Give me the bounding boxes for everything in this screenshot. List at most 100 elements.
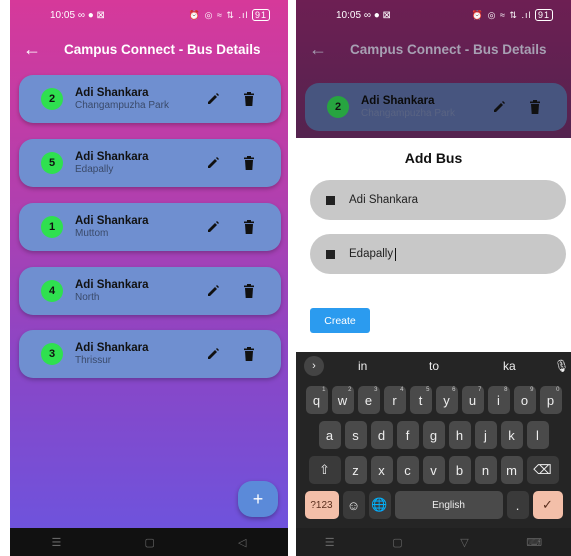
bus-name: Adi Shankara xyxy=(75,87,149,99)
suggestion-3[interactable]: ka xyxy=(503,359,516,373)
key-g[interactable]: g xyxy=(422,421,445,449)
bus-card[interactable]: 1 Adi Shankara Muttom xyxy=(19,203,281,251)
chevron-right-icon[interactable]: › xyxy=(304,356,324,376)
field-icon xyxy=(326,195,335,205)
key-c[interactable]: c xyxy=(396,456,419,484)
edit-pencil-icon[interactable] xyxy=(203,281,223,301)
system-nav-bar: ☰ ▢ ▽ ⌨ xyxy=(296,528,571,556)
suggestion-2[interactable]: to xyxy=(429,359,439,373)
globe-icon[interactable]: 🌐 xyxy=(368,491,391,519)
add-bus-screen: 10:05 ∞ ● ⊠ ⏰ ◎ ≈ ⇅ .ıl 91 ← Campus Conn… xyxy=(296,0,571,556)
key-k[interactable]: k xyxy=(500,421,523,449)
app-bar: ← Campus Connect - Bus Details xyxy=(10,30,288,68)
bus-number-badge: 1 xyxy=(41,216,63,238)
bus-stop: Changampuzha Park xyxy=(361,108,455,119)
edit-pencil-icon[interactable] xyxy=(203,344,223,364)
bus-number-badge: 5 xyxy=(41,152,63,174)
app-bar: ← Campus Connect - Bus Details xyxy=(296,30,571,68)
key-h[interactable]: h xyxy=(448,421,471,449)
bus-card[interactable]: 4 Adi Shankara North xyxy=(19,267,281,315)
key-u[interactable]: u7 xyxy=(461,386,484,414)
text-cursor xyxy=(395,247,397,261)
key-a[interactable]: a xyxy=(318,421,341,449)
bus-stop: Changampuzha Park xyxy=(75,100,169,111)
key-z[interactable]: z xyxy=(344,456,367,484)
edit-pencil-icon[interactable] xyxy=(203,153,223,173)
nav-back-icon[interactable]: ▽ xyxy=(460,536,468,549)
bus-number-badge: 4 xyxy=(41,280,63,302)
bus-stop-field[interactable]: Edapally xyxy=(310,234,566,274)
suggestion-strip: › in to ka 🎙 xyxy=(296,352,571,380)
home-icon[interactable]: ▢ xyxy=(144,536,154,549)
field-icon xyxy=(326,249,335,259)
bus-stop: North xyxy=(75,292,100,303)
space-bar[interactable]: English xyxy=(394,491,503,519)
status-bar: 10:05 ∞ ● ⊠ ⏰ ◎ ≈ ⇅ .ıl 91 xyxy=(10,0,288,30)
delete-trash-icon[interactable] xyxy=(239,344,259,364)
edit-pencil-icon[interactable] xyxy=(489,97,509,117)
delete-trash-icon[interactable] xyxy=(525,97,545,117)
bus-number-badge: 3 xyxy=(41,343,63,365)
recents-icon[interactable]: ☰ xyxy=(325,536,335,549)
key-s[interactable]: s xyxy=(344,421,367,449)
add-bus-fab-button[interactable]: + xyxy=(238,481,278,517)
key-b[interactable]: b xyxy=(448,456,471,484)
enter-check-icon[interactable]: ✓ xyxy=(532,491,563,519)
battery-icon: 91 xyxy=(251,8,270,21)
battery-icon: 91 xyxy=(534,8,553,21)
create-button[interactable]: Create xyxy=(310,308,370,333)
microphone-icon[interactable]: 🎙 xyxy=(554,359,569,373)
edit-pencil-icon[interactable] xyxy=(203,217,223,237)
suggestion-1[interactable]: in xyxy=(358,359,367,373)
key-j[interactable]: j xyxy=(474,421,497,449)
add-bus-dialog: Add Bus Adi Shankara Edapally Create xyxy=(296,138,571,352)
back-arrow-icon[interactable]: ← xyxy=(296,39,340,60)
delete-trash-icon[interactable] xyxy=(239,89,259,109)
backspace-icon[interactable]: ⌫ xyxy=(526,456,559,484)
recents-icon[interactable]: ☰ xyxy=(52,536,62,549)
bus-name-field[interactable]: Adi Shankara xyxy=(310,180,566,220)
edit-pencil-icon[interactable] xyxy=(203,89,223,109)
delete-trash-icon[interactable] xyxy=(239,153,259,173)
bus-card[interactable]: 2 Adi Shankara Changampuzha Park xyxy=(19,75,281,123)
key-v[interactable]: v xyxy=(422,456,445,484)
key-w[interactable]: w2 xyxy=(331,386,354,414)
key-d[interactable]: d xyxy=(370,421,393,449)
bus-card[interactable]: 5 Adi Shankara Edapally xyxy=(19,139,281,187)
emoji-icon[interactable]: ☺ xyxy=(342,491,365,519)
bus-name: Adi Shankara xyxy=(361,95,435,107)
bus-name: Adi Shankara xyxy=(75,151,149,163)
keyboard-switch-icon[interactable]: ⌨ xyxy=(526,536,542,549)
shift-icon[interactable]: ⇧ xyxy=(308,456,341,484)
bus-stop: Thrissur xyxy=(75,355,112,366)
key-y[interactable]: y6 xyxy=(435,386,458,414)
back-arrow-icon[interactable]: ← xyxy=(10,39,54,60)
status-time: 10:05 xyxy=(50,9,76,21)
period-key[interactable]: . xyxy=(506,491,529,519)
key-t[interactable]: t5 xyxy=(409,386,432,414)
bus-card[interactable]: 3 Adi Shankara Thrissur xyxy=(19,330,281,378)
key-r[interactable]: r4 xyxy=(383,386,406,414)
dialog-title: Add Bus xyxy=(404,150,463,166)
bus-stop-value: Edapally xyxy=(349,248,394,260)
nav-back-icon[interactable]: ◁ xyxy=(238,536,246,549)
symbols-key[interactable]: ?123 xyxy=(304,491,339,519)
key-m[interactable]: m xyxy=(500,456,523,484)
key-e[interactable]: e3 xyxy=(357,386,380,414)
key-x[interactable]: x xyxy=(370,456,393,484)
key-i[interactable]: i8 xyxy=(487,386,510,414)
bus-card[interactable]: 2 Adi Shankara Changampuzha Park xyxy=(305,83,567,131)
key-n[interactable]: n xyxy=(474,456,497,484)
bus-name: Adi Shankara xyxy=(75,279,149,291)
key-f[interactable]: f xyxy=(396,421,419,449)
key-l[interactable]: l xyxy=(526,421,549,449)
bus-name: Adi Shankara xyxy=(75,342,149,354)
delete-trash-icon[interactable] xyxy=(239,217,259,237)
home-icon[interactable]: ▢ xyxy=(392,536,402,549)
key-p[interactable]: p0 xyxy=(539,386,562,414)
status-right-icons: ⏰ ◎ ≈ ⇅ .ıl xyxy=(471,9,532,20)
delete-trash-icon[interactable] xyxy=(239,281,259,301)
key-o[interactable]: o9 xyxy=(513,386,536,414)
key-q[interactable]: q1 xyxy=(305,386,328,414)
status-time: 10:05 xyxy=(336,9,362,21)
